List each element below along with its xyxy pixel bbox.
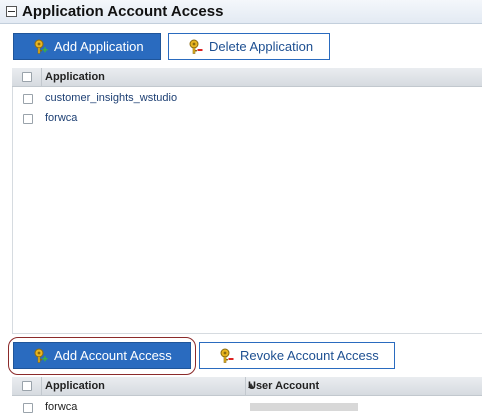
revoke-account-access-label: Revoke Account Access bbox=[240, 348, 379, 363]
user-account-column-header[interactable]: User Account bbox=[248, 380, 319, 392]
key-add-icon bbox=[34, 348, 48, 364]
section-title: Application Account Access bbox=[22, 3, 224, 20]
revoke-account-access-button[interactable]: Revoke Account Access bbox=[199, 342, 395, 369]
table-row[interactable]: customer_insights_wstudio bbox=[12, 89, 482, 108]
select-all-checkbox[interactable] bbox=[22, 381, 32, 391]
row-checkbox[interactable] bbox=[23, 403, 33, 413]
row-checkbox[interactable] bbox=[23, 114, 33, 124]
key-delete-icon bbox=[189, 39, 203, 55]
section-header: Application Account Access bbox=[0, 0, 482, 24]
table-row[interactable]: forwca bbox=[12, 398, 482, 417]
header-divider bbox=[41, 377, 42, 396]
application-name[interactable]: customer_insights_wstudio bbox=[45, 92, 177, 104]
delete-application-label: Delete Application bbox=[209, 39, 314, 54]
row-checkbox[interactable] bbox=[23, 94, 33, 104]
application-name[interactable]: forwca bbox=[45, 112, 77, 124]
applications-table-header: Application bbox=[12, 68, 482, 87]
add-application-button[interactable]: Add Application bbox=[13, 33, 161, 60]
application-column-header[interactable]: Application bbox=[45, 71, 105, 83]
add-application-label: Add Application bbox=[54, 39, 144, 54]
select-all-checkbox[interactable] bbox=[22, 72, 32, 82]
collapse-icon[interactable] bbox=[6, 6, 17, 17]
application-column-header[interactable]: Application bbox=[45, 380, 105, 392]
table-row[interactable]: forwca bbox=[12, 109, 482, 128]
header-divider bbox=[245, 377, 246, 396]
application-name: forwca bbox=[45, 401, 78, 413]
redacted-user-account bbox=[250, 403, 358, 411]
access-table-header: Application User Account bbox=[12, 377, 482, 396]
key-add-icon bbox=[34, 39, 48, 55]
delete-application-button[interactable]: Delete Application bbox=[168, 33, 330, 60]
add-account-access-label: Add Account Access bbox=[54, 348, 172, 363]
header-divider bbox=[41, 68, 42, 87]
add-account-access-button[interactable]: Add Account Access bbox=[13, 342, 191, 369]
key-delete-icon bbox=[220, 348, 234, 364]
